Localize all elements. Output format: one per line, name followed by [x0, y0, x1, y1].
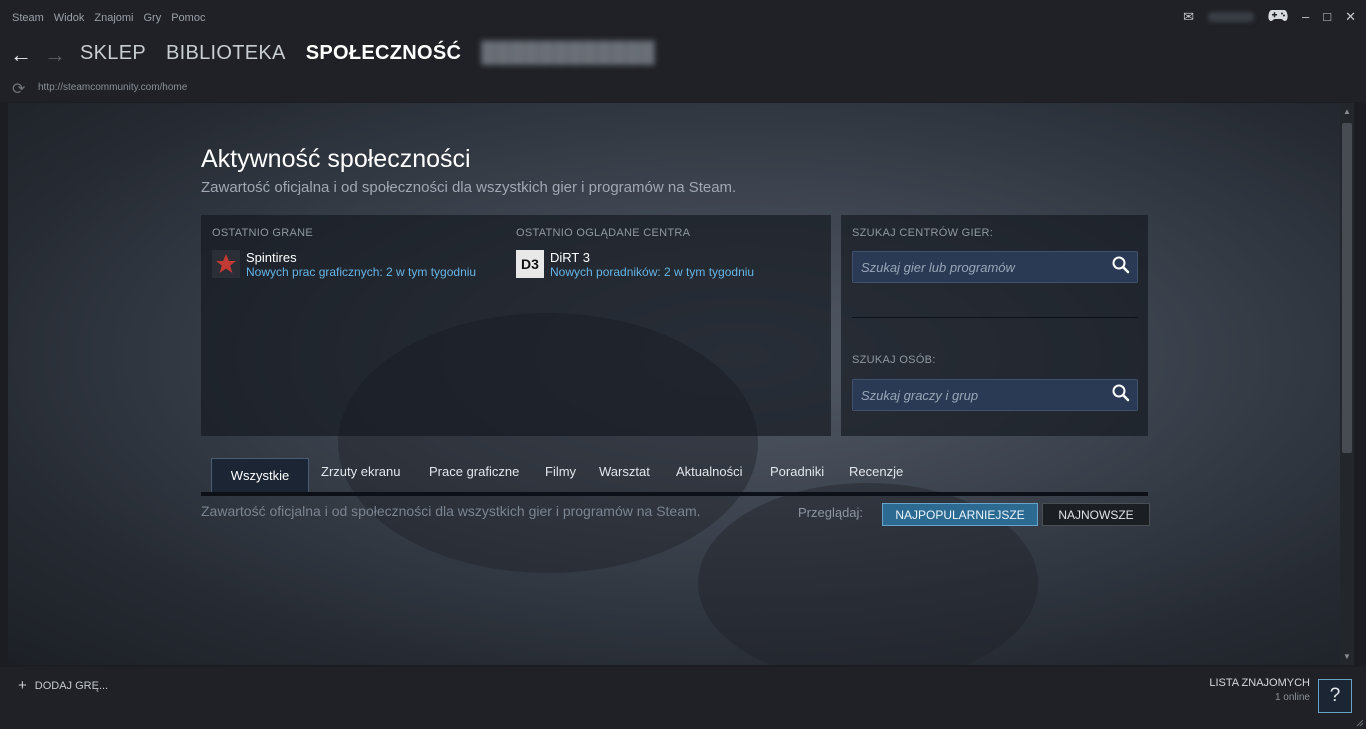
window-controls: ✉ – □ ✕: [1183, 8, 1356, 25]
recent-game-spintires[interactable]: Spintires Nowych prac graficznych: 2 w t…: [212, 250, 476, 279]
url-text[interactable]: http://steamcommunity.com/home: [38, 82, 187, 93]
recently-played-label: OSTATNIO GRANE: [212, 227, 313, 239]
search-icon[interactable]: [1111, 255, 1131, 280]
menu-bar: Steam Widok Znajomi Gry Pomoc: [12, 12, 205, 24]
browse-label: Przeglądaj:: [798, 505, 864, 520]
online-count: 1 online: [1274, 692, 1310, 703]
add-game-button[interactable]: + DODAJ GRĘ...: [18, 677, 108, 694]
username-blurred[interactable]: [1208, 11, 1254, 22]
nav-tab-community[interactable]: SPOŁECZNOŚĆ: [306, 42, 462, 65]
nav-tab-store[interactable]: SKLEP: [80, 42, 146, 65]
page-subtitle: Zawartość oficjalna i od społeczności dl…: [201, 179, 737, 196]
menu-help[interactable]: Pomoc: [171, 12, 205, 24]
recently-viewed-label: OSTATNIO OGLĄDANE CENTRA: [516, 227, 691, 239]
friends-list-button[interactable]: LISTA ZNAJOMYCH 1 online: [1209, 677, 1310, 703]
recent-hub-dirt3[interactable]: D3 DiRT 3 Nowych poradników: 2 w tym tyg…: [516, 250, 754, 279]
help-button[interactable]: ?: [1318, 679, 1352, 713]
search-people-input[interactable]: [859, 386, 1103, 404]
plus-icon: +: [18, 677, 27, 694]
nav-tab-library[interactable]: BIBLIOTEKA: [166, 42, 286, 65]
main-nav: SKLEP BIBLIOTEKA SPOŁECZNOŚĆ ███████████…: [80, 42, 655, 65]
vertical-scrollbar[interactable]: ▲ ▼: [1340, 103, 1354, 665]
mail-icon[interactable]: ✉: [1183, 9, 1194, 25]
search-icon[interactable]: [1111, 383, 1131, 408]
content-description: Zawartość oficjalna i od społeczności dl…: [201, 503, 701, 519]
tab-news[interactable]: Aktualności: [676, 464, 742, 479]
search-divider: [852, 317, 1138, 318]
resize-grip-icon[interactable]: [1354, 717, 1364, 727]
minimize-icon[interactable]: –: [1302, 9, 1309, 24]
tab-guides[interactable]: Poradniki: [770, 464, 824, 479]
game-name: Spintires: [246, 250, 297, 265]
newest-button[interactable]: NAJNOWSZE: [1042, 503, 1150, 526]
forward-arrow-icon[interactable]: →: [44, 42, 66, 68]
page-title: Aktywność społeczności: [201, 145, 471, 173]
scroll-down-icon[interactable]: ▼: [1342, 652, 1352, 661]
community-content: Aktywność społeczności Zawartość oficjal…: [8, 103, 1340, 665]
close-icon[interactable]: ✕: [1345, 9, 1356, 25]
dirt3-icon: D3: [516, 250, 544, 278]
tab-screenshots[interactable]: Zrzuty ekranu: [321, 464, 400, 479]
tab-reviews[interactable]: Recenzje: [849, 464, 903, 479]
friends-list-label: LISTA ZNAJOMYCH: [1209, 677, 1310, 689]
back-arrow-icon[interactable]: ←: [10, 42, 32, 68]
recent-activity-panel: OSTATNIO GRANE OSTATNIO OGLĄDANE CENTRA …: [201, 215, 831, 436]
add-game-label: DODAJ GRĘ...: [34, 679, 109, 692]
spintires-icon: [212, 250, 240, 278]
search-people-box: [852, 379, 1138, 411]
menu-friends[interactable]: Znajomi: [94, 12, 133, 24]
search-hubs-box: [852, 251, 1138, 283]
nav-tab-profile-blurred[interactable]: ████████████: [481, 42, 655, 65]
hub-activity-link[interactable]: Nowych poradników: 2 w tym tygodniu: [550, 265, 754, 279]
nav-bar: ← → SKLEP BIBLIOTEKA SPOŁECZNOŚĆ ███████…: [0, 36, 1366, 76]
search-people-label: SZUKAJ OSÓB:: [852, 354, 936, 366]
search-panel: SZUKAJ CENTRÓW GIER: SZUKAJ OSÓB:: [841, 215, 1148, 436]
dirt3-icon-text: D3: [521, 256, 539, 272]
most-popular-button[interactable]: NAJPOPULARNIEJSZE: [882, 503, 1038, 526]
scrollbar-thumb[interactable]: [1342, 123, 1352, 453]
hub-name: DiRT 3: [550, 250, 590, 265]
content-tabs: Wszystkie Zrzuty ekranu Prace graficzne …: [201, 458, 1148, 496]
search-hubs-label: SZUKAJ CENTRÓW GIER:: [852, 227, 994, 239]
scroll-up-icon[interactable]: ▲: [1342, 107, 1352, 116]
menu-view[interactable]: Widok: [54, 12, 85, 24]
gamepad-icon[interactable]: [1268, 8, 1288, 25]
tab-artwork[interactable]: Prace graficzne: [429, 464, 519, 479]
tab-workshop[interactable]: Warsztat: [599, 464, 650, 479]
title-bar: Steam Widok Znajomi Gry Pomoc ✉ – □ ✕: [0, 0, 1366, 36]
reload-icon[interactable]: ⟳: [12, 79, 25, 99]
search-hubs-input[interactable]: [859, 258, 1103, 276]
menu-steam[interactable]: Steam: [12, 12, 44, 24]
game-activity-link[interactable]: Nowych prac graficznych: 2 w tym tygodni…: [246, 265, 476, 279]
maximize-icon[interactable]: □: [1323, 9, 1331, 24]
url-bar: ⟳ http://steamcommunity.com/home: [0, 76, 1366, 102]
tab-all[interactable]: Wszystkie: [211, 458, 309, 492]
menu-games[interactable]: Gry: [143, 12, 161, 24]
footer-bar: + DODAJ GRĘ... LISTA ZNAJOMYCH 1 online …: [0, 667, 1366, 729]
tab-videos[interactable]: Filmy: [545, 464, 576, 479]
